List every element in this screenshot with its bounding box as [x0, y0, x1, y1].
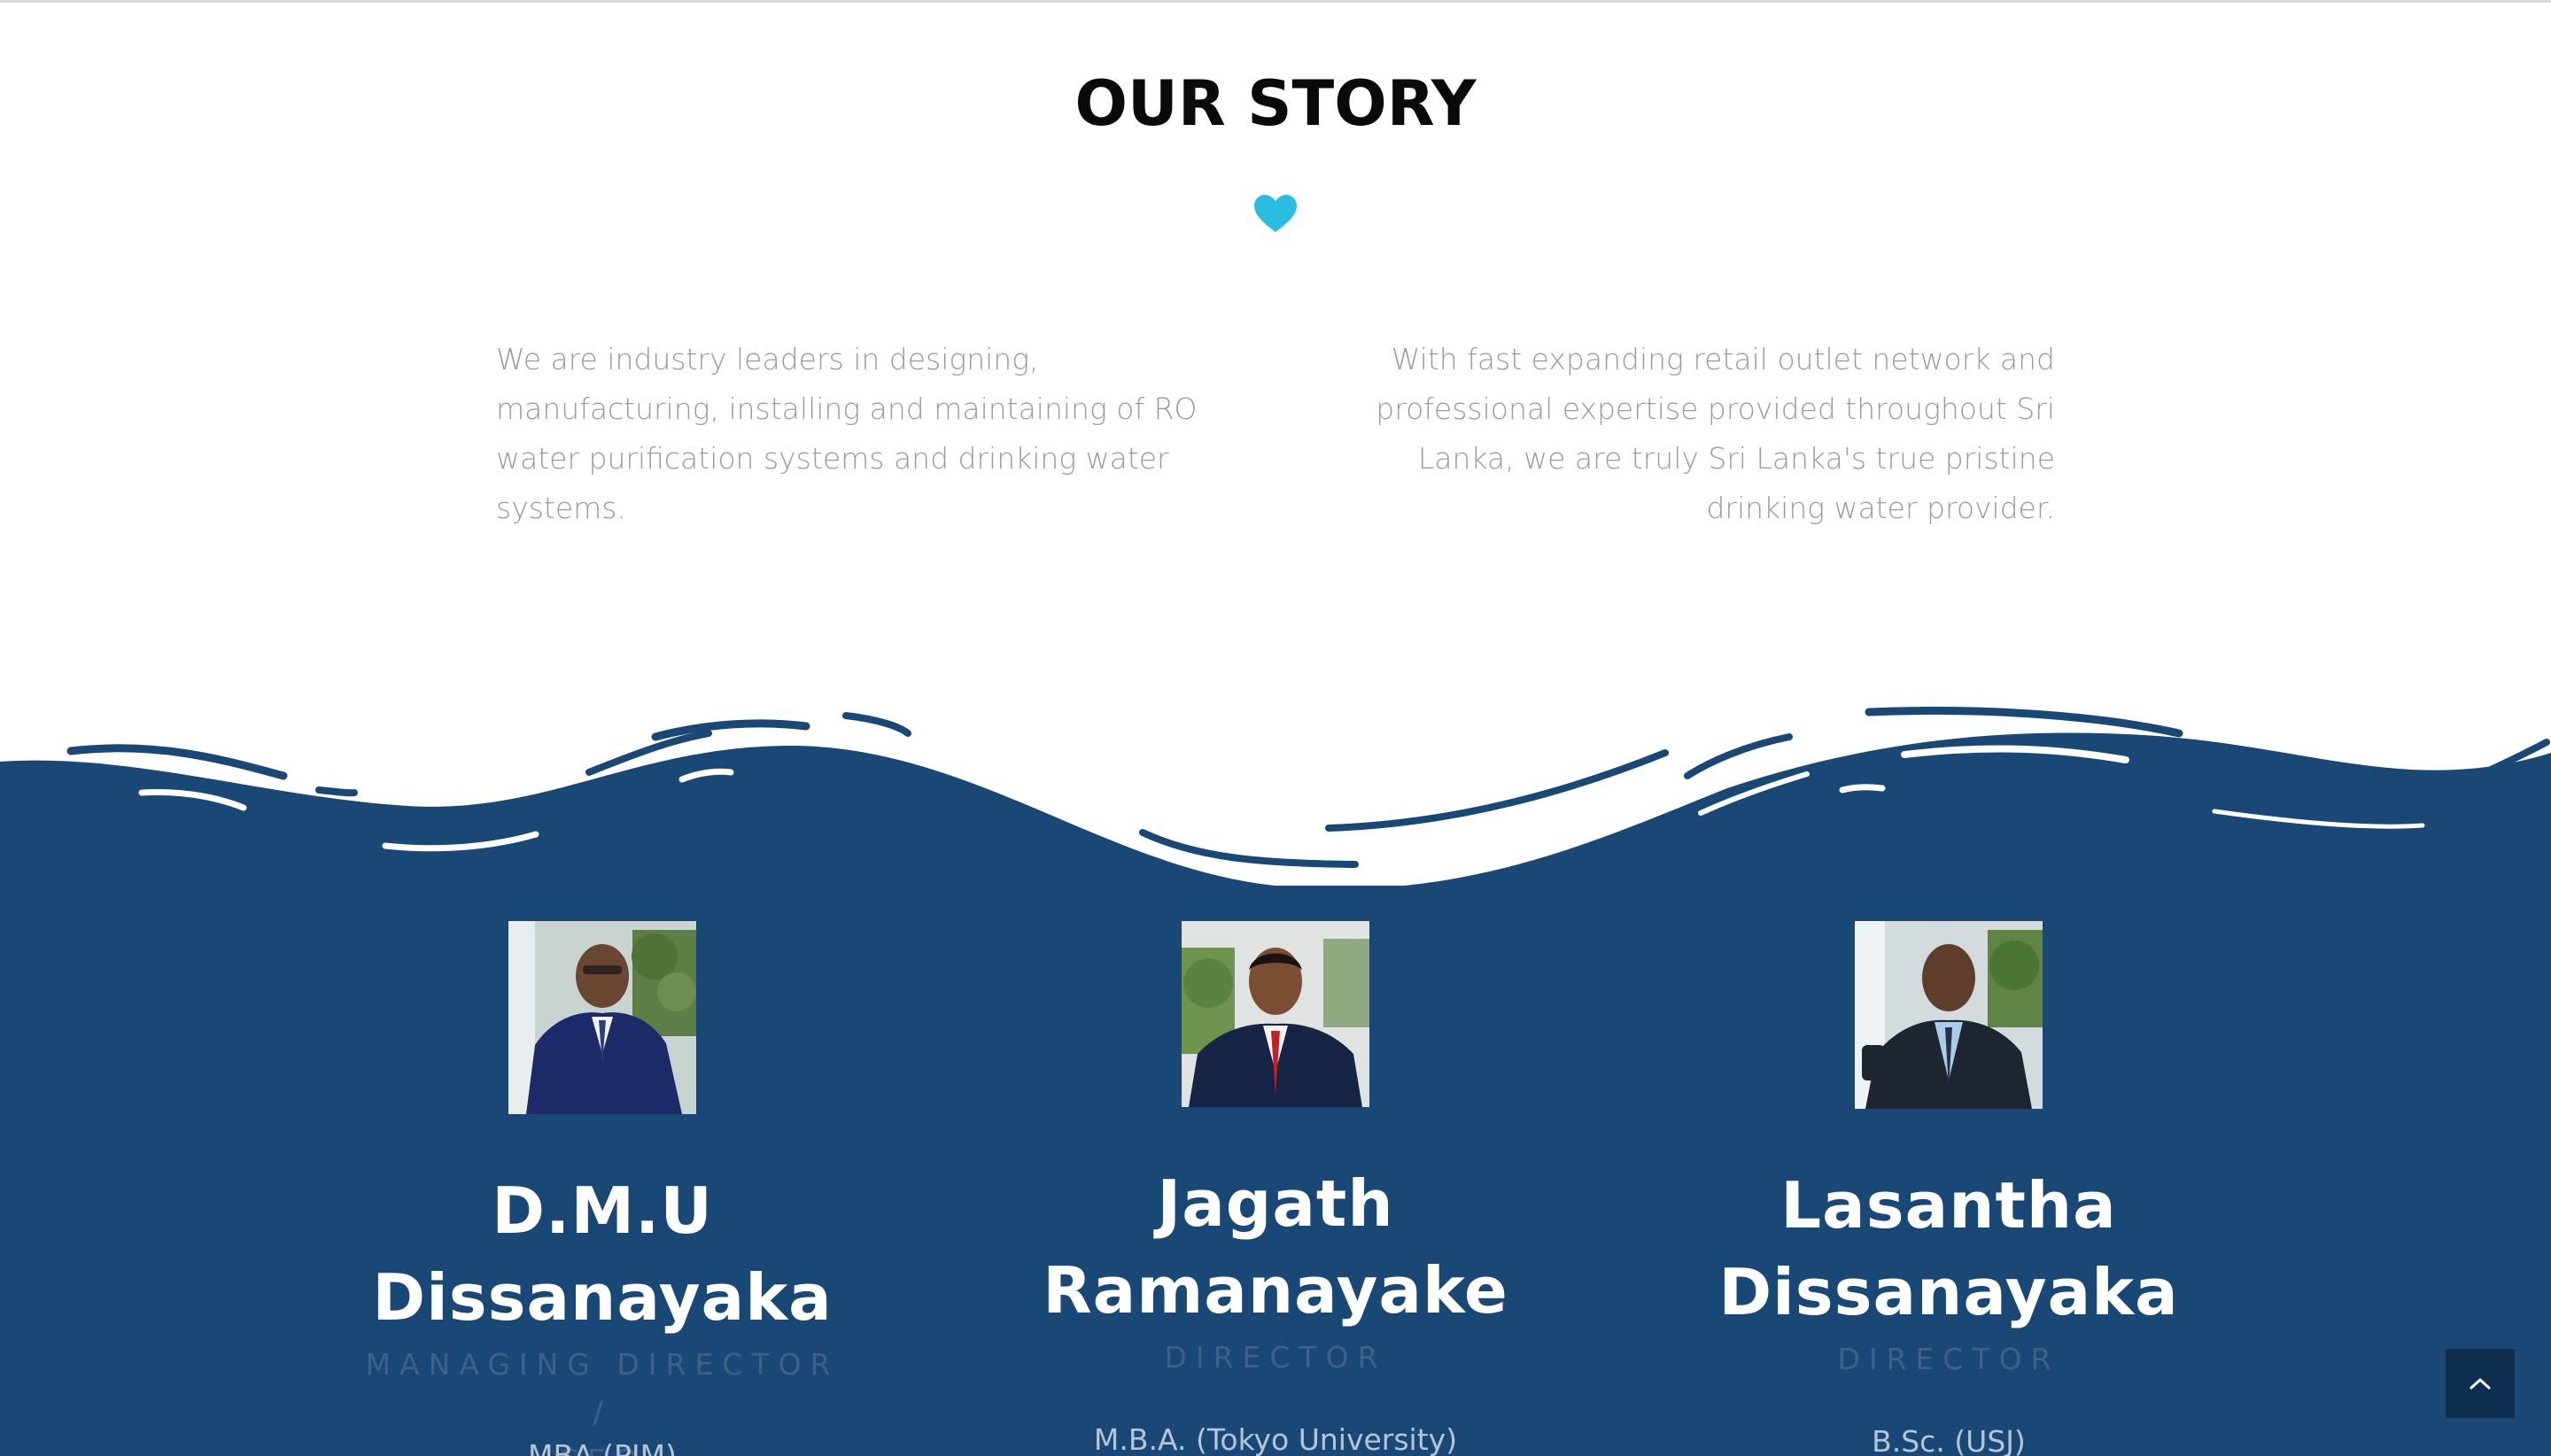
team-name-3: Lasantha Dissanayaka	[1665, 1162, 2232, 1336]
team-degree-3: B.Sc. (USJ)	[1872, 1424, 2026, 1456]
team-name-2: Jagath Ramanayake	[992, 1160, 1559, 1334]
team-name-2-last: Ramanayake	[1043, 1253, 1508, 1328]
story-paragraph-right: With fast expanding retail outlet networ…	[1376, 342, 2055, 525]
team-name-1-last: Dissanayaka	[372, 1260, 833, 1335]
team-name-2-first: Jagath	[1157, 1166, 1394, 1241]
team-name-3-last: Dissanayaka	[1718, 1255, 2179, 1329]
team-degree-1: MBA (PIM)	[527, 1438, 678, 1456]
team-photo-2	[1182, 921, 1369, 1107]
chevron-up-icon	[2470, 1378, 2491, 1390]
team-role-3: DIRECTOR	[1701, 1336, 2197, 1383]
heart-icon	[1254, 195, 1297, 232]
top-divider-line	[0, 0, 2551, 3]
section-title: OUR STORY	[1074, 67, 1477, 140]
team-degree-2: M.B.A. (Tokyo University)	[1093, 1422, 1458, 1456]
team-role-1-line1: MANAGING DIRECTOR /	[365, 1347, 840, 1429]
team-photo-3	[1855, 921, 2043, 1109]
team-name-1: D.M.U Dissanayaka	[319, 1167, 886, 1341]
team-role-2-line1: DIRECTOR	[1164, 1340, 1387, 1375]
team-role-2: DIRECTOR	[1027, 1334, 1524, 1382]
team-name-3-first: Lasantha	[1780, 1168, 2117, 1243]
team-name-1-first: D.M.U	[492, 1173, 713, 1248]
team-role-3-line1: DIRECTOR	[1837, 1342, 2060, 1376]
team-photo-1	[508, 921, 696, 1114]
back-to-top-button[interactable]	[2445, 1348, 2516, 1419]
story-paragraph-left: We are industry leaders in designing, ma…	[496, 342, 1198, 525]
